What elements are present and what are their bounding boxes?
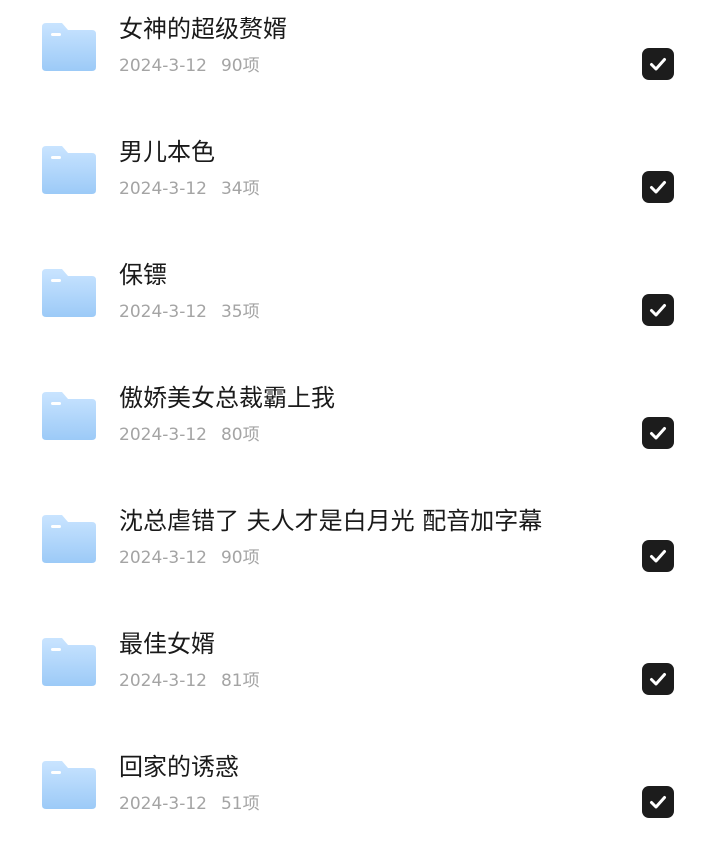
checkbox-checked[interactable] (642, 540, 674, 572)
checkbox-checked[interactable] (642, 786, 674, 818)
folder-item-count: 51项 (220, 794, 260, 814)
folder-item-count: 34项 (220, 179, 260, 199)
folder-row[interactable]: 最佳女婿 2024-3-12 81项 (0, 615, 719, 738)
folder-date: 2024-3-12 (119, 794, 207, 814)
folder-title: 回家的诱惑 (119, 753, 239, 781)
checkmark-icon (650, 58, 666, 71)
folder-item-count: 81项 (220, 671, 260, 691)
checkbox-checked[interactable] (642, 48, 674, 80)
folder-item-count: 80项 (220, 425, 260, 445)
checkbox-checked[interactable] (642, 417, 674, 449)
folder-item-count: 90项 (220, 548, 260, 568)
folder-icon (40, 267, 98, 319)
folder-title: 保镖 (119, 261, 167, 289)
folder-meta: 2024-3-12 80项 (119, 423, 260, 447)
folder-date: 2024-3-12 (119, 671, 207, 691)
checkbox-checked[interactable] (642, 294, 674, 326)
folder-title: 沈总虐错了 夫人才是白月光 配音加字幕 (119, 507, 543, 535)
checkmark-icon (650, 427, 666, 440)
folder-icon (40, 144, 98, 196)
folder-icon (40, 21, 98, 73)
checkbox-checked[interactable] (642, 663, 674, 695)
folder-date: 2024-3-12 (119, 302, 207, 322)
folder-title: 傲娇美女总裁霸上我 (119, 384, 335, 412)
folder-item-count: 90项 (220, 56, 260, 76)
folder-title: 最佳女婿 (119, 630, 215, 658)
folder-date: 2024-3-12 (119, 179, 207, 199)
folder-meta: 2024-3-12 81项 (119, 669, 260, 693)
folder-row[interactable]: 女神的超级赘婿 2024-3-12 90项 (0, 0, 719, 123)
folder-meta: 2024-3-12 90项 (119, 54, 260, 78)
folder-date: 2024-3-12 (119, 56, 207, 76)
folder-item-count: 35项 (220, 302, 260, 322)
folder-row[interactable]: 沈总虐错了 夫人才是白月光 配音加字幕 2024-3-12 90项 (0, 492, 719, 615)
folder-meta: 2024-3-12 34项 (119, 177, 260, 201)
folder-row[interactable]: 傲娇美女总裁霸上我 2024-3-12 80项 (0, 369, 719, 492)
folder-title: 男儿本色 (119, 138, 215, 166)
folder-icon (40, 390, 98, 442)
checkbox-checked[interactable] (642, 171, 674, 203)
folder-row[interactable]: 保镖 2024-3-12 35项 (0, 246, 719, 369)
folder-row[interactable]: 回家的诱惑 2024-3-12 51项 (0, 738, 719, 861)
folder-icon (40, 636, 98, 688)
folder-date: 2024-3-12 (119, 548, 207, 568)
folder-icon (40, 759, 98, 811)
folder-meta: 2024-3-12 90项 (119, 546, 260, 570)
checkmark-icon (650, 304, 666, 317)
folder-title: 女神的超级赘婿 (119, 15, 287, 43)
folder-row[interactable]: 男儿本色 2024-3-12 34项 (0, 123, 719, 246)
checkmark-icon (650, 550, 666, 563)
checkmark-icon (650, 181, 666, 194)
checkmark-icon (650, 796, 666, 809)
folder-meta: 2024-3-12 51项 (119, 792, 260, 816)
checkmark-icon (650, 673, 666, 686)
folder-list: 女神的超级赘婿 2024-3-12 90项 男儿本色 2024-3-12 34项 保… (0, 0, 719, 856)
folder-date: 2024-3-12 (119, 425, 207, 445)
folder-meta: 2024-3-12 35项 (119, 300, 260, 324)
folder-icon (40, 513, 98, 565)
